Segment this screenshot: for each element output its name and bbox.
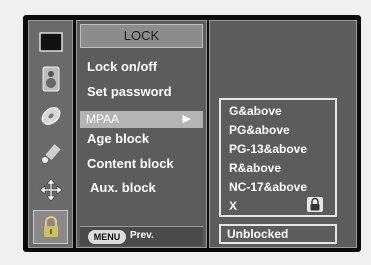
lock-category[interactable]: [33, 210, 68, 244]
menu-item-mpaa-label: MPAA: [86, 112, 120, 126]
menu-item-set-password[interactable]: Set password: [87, 84, 172, 99]
mpaa-options-box: G&above PG&above PG-13&above R&above NC-…: [219, 98, 337, 217]
audio-category[interactable]: [33, 62, 68, 96]
menu-button[interactable]: MENU: [88, 230, 126, 244]
menu-item-lock-on-off[interactable]: Lock on/off: [87, 59, 157, 74]
option-x[interactable]: X: [229, 199, 237, 213]
option-pg13-above[interactable]: PG-13&above: [229, 142, 307, 156]
option-category[interactable]: [33, 136, 68, 170]
option-nc17-above[interactable]: NC-17&above: [229, 180, 307, 194]
lock-menu: LOCK Lock on/off Set password MPAA ▶ Age…: [76, 20, 207, 248]
option-g-above[interactable]: G&above: [229, 104, 282, 118]
menu-item-content-block[interactable]: Content block: [87, 156, 174, 171]
speaker-icon: [42, 66, 59, 92]
option-r-above[interactable]: R&above: [229, 161, 281, 175]
menu-item-age-block[interactable]: Age block: [87, 131, 149, 146]
status-box: Unblocked: [219, 224, 337, 244]
setup-category[interactable]: [33, 173, 68, 207]
disc-icon: [41, 107, 60, 125]
satellite-icon: [41, 144, 61, 163]
submenu-arrow-icon: ▶: [182, 113, 191, 125]
category-icon-column: [28, 20, 73, 248]
picture-icon: [38, 32, 63, 52]
menu-item-mpaa[interactable]: MPAA ▶: [80, 111, 203, 128]
padlock-icon: [310, 197, 320, 211]
locked-badge: [307, 197, 323, 212]
time-category[interactable]: [33, 99, 68, 133]
padlock-icon: [43, 216, 58, 237]
picture-category[interactable]: [33, 25, 68, 59]
option-pg-above[interactable]: PG&above: [229, 123, 290, 137]
menu-item-aux-block[interactable]: Aux. block: [90, 180, 156, 195]
prev-label: Prev.: [130, 230, 154, 241]
menu-title: LOCK: [80, 24, 203, 48]
move-arrows-icon: [39, 178, 62, 202]
menu-footer: MENU Prev.: [80, 226, 203, 246]
